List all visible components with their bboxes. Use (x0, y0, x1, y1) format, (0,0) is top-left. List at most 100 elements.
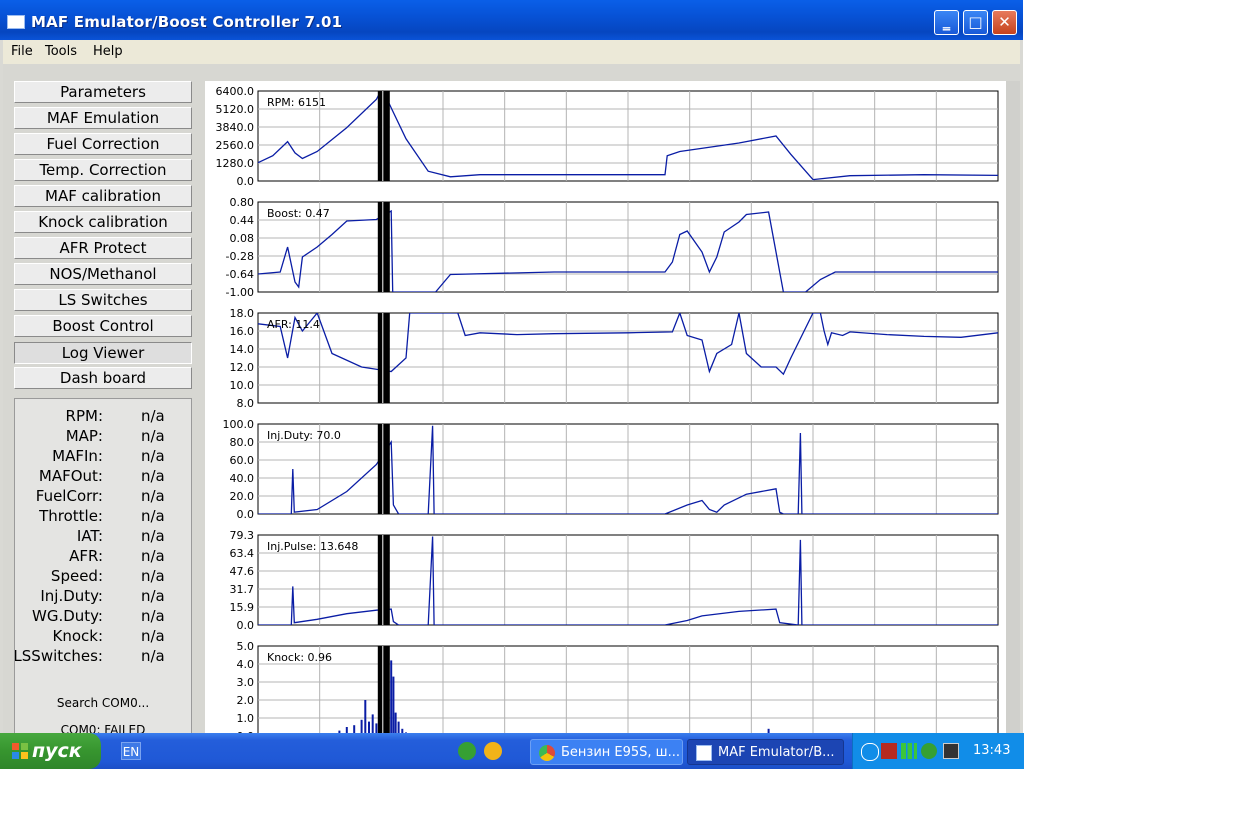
signal-icon[interactable] (901, 743, 917, 759)
chart-5: 5.04.03.02.01.00.0Knock: 0.96 (237, 640, 999, 733)
y-tick-label: 2560.0 (216, 139, 255, 152)
expand-tray-icon[interactable] (861, 743, 879, 761)
app-window: MAF Emulator/Boost Controller 7.01 ‗ □ ✕… (0, 0, 1023, 738)
windows-flag-icon (12, 743, 28, 759)
y-tick-label: 79.3 (230, 529, 255, 542)
maximize-icon: □ (968, 13, 983, 31)
nav-temp-correction-button[interactable]: Temp. Correction (14, 159, 192, 181)
nav-boost-control-button[interactable]: Boost Control (14, 315, 192, 337)
clock: 13:43 (973, 743, 1011, 758)
y-tick-label: 40.0 (230, 472, 255, 485)
system-tray: 13:43 (852, 733, 1024, 769)
language-indicator[interactable]: EN (121, 742, 141, 760)
nav-nos-methanol-button[interactable]: NOS/Methanol (14, 263, 192, 285)
status-label: Speed: (50, 567, 103, 585)
taskbar-item-browser[interactable]: Бензин E95S, ш... (530, 739, 683, 765)
utorrent-icon[interactable] (458, 742, 476, 760)
time-cursor (377, 646, 390, 733)
y-tick-label: 0.80 (230, 196, 255, 209)
nav-knock-calibration-button[interactable]: Knock calibration (14, 211, 192, 233)
chart-label: Knock: 0.96 (267, 651, 332, 664)
status-panel: RPM: n/a MAP: n/a MAFIn: n/a MAFOut: n/a FuelCor… (14, 398, 192, 738)
status-value: n/a (141, 587, 165, 605)
nav-log-viewer-button[interactable]: Log Viewer (14, 342, 192, 364)
y-tick-label: 4.0 (237, 658, 255, 671)
y-tick-label: 47.6 (230, 565, 255, 578)
y-tick-label: 2.0 (237, 694, 255, 707)
status-label: LSSwitches: (14, 647, 103, 665)
y-tick-label: -0.64 (226, 268, 254, 281)
chart-1: 0.80 0.44 0.08 -0.28 -0.64 -1.00 Boost: 0.47 (226, 196, 999, 299)
log-charts: 6400.0 5120.0 3840.0 2560.0 1280.0 0.0 RPM: 61… (216, 85, 999, 733)
chart-scrollbar[interactable] (1006, 81, 1020, 733)
menu-tools[interactable]: Tools (45, 44, 77, 59)
mail-agent-icon[interactable] (484, 742, 502, 760)
nav-ls-switches-button[interactable]: LS Switches (14, 289, 192, 311)
chrome-icon (539, 745, 555, 761)
minimize-icon: ‗ (942, 13, 951, 31)
knock-bar (368, 721, 370, 733)
knock-bar (392, 676, 395, 733)
status-value: n/a (141, 547, 165, 565)
status-value: n/a (141, 407, 165, 425)
chart-label: Inj.Pulse: 13.648 (267, 540, 358, 553)
taskbar-item-label: Бензин E95S, ш... (561, 745, 680, 760)
status-value: n/a (141, 627, 165, 645)
app-window-icon (696, 745, 712, 761)
title-bar[interactable]: MAF Emulator/Boost Controller 7.01 ‗ □ ✕ (0, 0, 1023, 40)
status-label: FuelCorr: (35, 487, 103, 505)
nav-dash-board-button[interactable]: Dash board (14, 367, 192, 389)
y-tick-label: 16.0 (230, 325, 255, 338)
status-value: n/a (141, 647, 165, 665)
log-chart-panel[interactable]: 6400.0 5120.0 3840.0 2560.0 1280.0 0.0 RPM: 61… (205, 81, 1006, 733)
status-value: n/a (141, 447, 165, 465)
status-value: n/a (141, 467, 165, 485)
utorrent-tray-icon[interactable] (921, 743, 937, 759)
status-label: MAP: (65, 427, 103, 445)
knock-bar (394, 712, 397, 733)
minimize-button[interactable]: ‗ (934, 10, 959, 35)
status-label: AFR: (69, 547, 103, 565)
nav-afr-protect-button[interactable]: AFR Protect (14, 237, 192, 259)
status-value: n/a (141, 527, 165, 545)
search-port-text: Search COM0... (56, 696, 150, 710)
nav-maf-emulation-button[interactable]: MAF Emulation (14, 107, 192, 129)
nav-parameters-button[interactable]: Parameters (14, 81, 192, 103)
y-tick-label: 10.0 (230, 379, 255, 392)
status-label: WG.Duty: (31, 607, 103, 625)
y-tick-label: -1.00 (226, 286, 254, 299)
y-tick-label: 3.0 (237, 676, 255, 689)
maximize-button[interactable]: □ (963, 10, 988, 35)
menu-file[interactable]: File (11, 44, 33, 59)
chart-0: 6400.0 5120.0 3840.0 2560.0 1280.0 0.0 RPM: 61… (216, 85, 999, 188)
status-label: Inj.Duty: (40, 587, 103, 605)
status-label: IAT: (76, 527, 103, 545)
chart-label: Inj.Duty: 70.0 (267, 429, 341, 442)
status-label: RPM: (65, 407, 103, 425)
chart-3: 100.0 80.0 60.0 40.0 20.0 0.0 Inj.Duty: 70.0 (223, 418, 999, 521)
taskbar-item-maf-emulator[interactable]: MAF Emulator/B... (687, 739, 844, 765)
nav-maf-calibration-button[interactable]: MAF calibration (14, 185, 192, 207)
chart-label: AFR: 11.4 (267, 318, 320, 331)
y-tick-label: 0.0 (237, 175, 255, 188)
y-tick-label: 0.08 (230, 232, 255, 245)
y-tick-label: 18.0 (230, 307, 255, 320)
status-label: Knock: (52, 627, 103, 645)
menu-help[interactable]: Help (93, 44, 123, 59)
y-tick-label: 5.0 (237, 640, 255, 653)
time-cursor (377, 91, 390, 181)
status-value: n/a (141, 567, 165, 585)
y-tick-label: 0.0 (237, 619, 255, 632)
nav-fuel-correction-button[interactable]: Fuel Correction (14, 133, 192, 155)
start-button[interactable]: пуск (0, 733, 101, 769)
taskbar: пуск EN Бензин E95S, ш... MAF Emulator/B… (0, 733, 1024, 769)
monitor-icon[interactable] (943, 743, 959, 759)
status-value: n/a (141, 487, 165, 505)
status-value: n/a (141, 427, 165, 445)
app-icon (7, 15, 25, 29)
main-area: Parameters MAF Emulation Fuel Correction… (3, 64, 1020, 738)
y-tick-label: 0.44 (230, 214, 255, 227)
network-icon[interactable] (881, 743, 897, 759)
close-button[interactable]: ✕ (992, 10, 1017, 35)
y-tick-label: 100.0 (223, 418, 255, 431)
